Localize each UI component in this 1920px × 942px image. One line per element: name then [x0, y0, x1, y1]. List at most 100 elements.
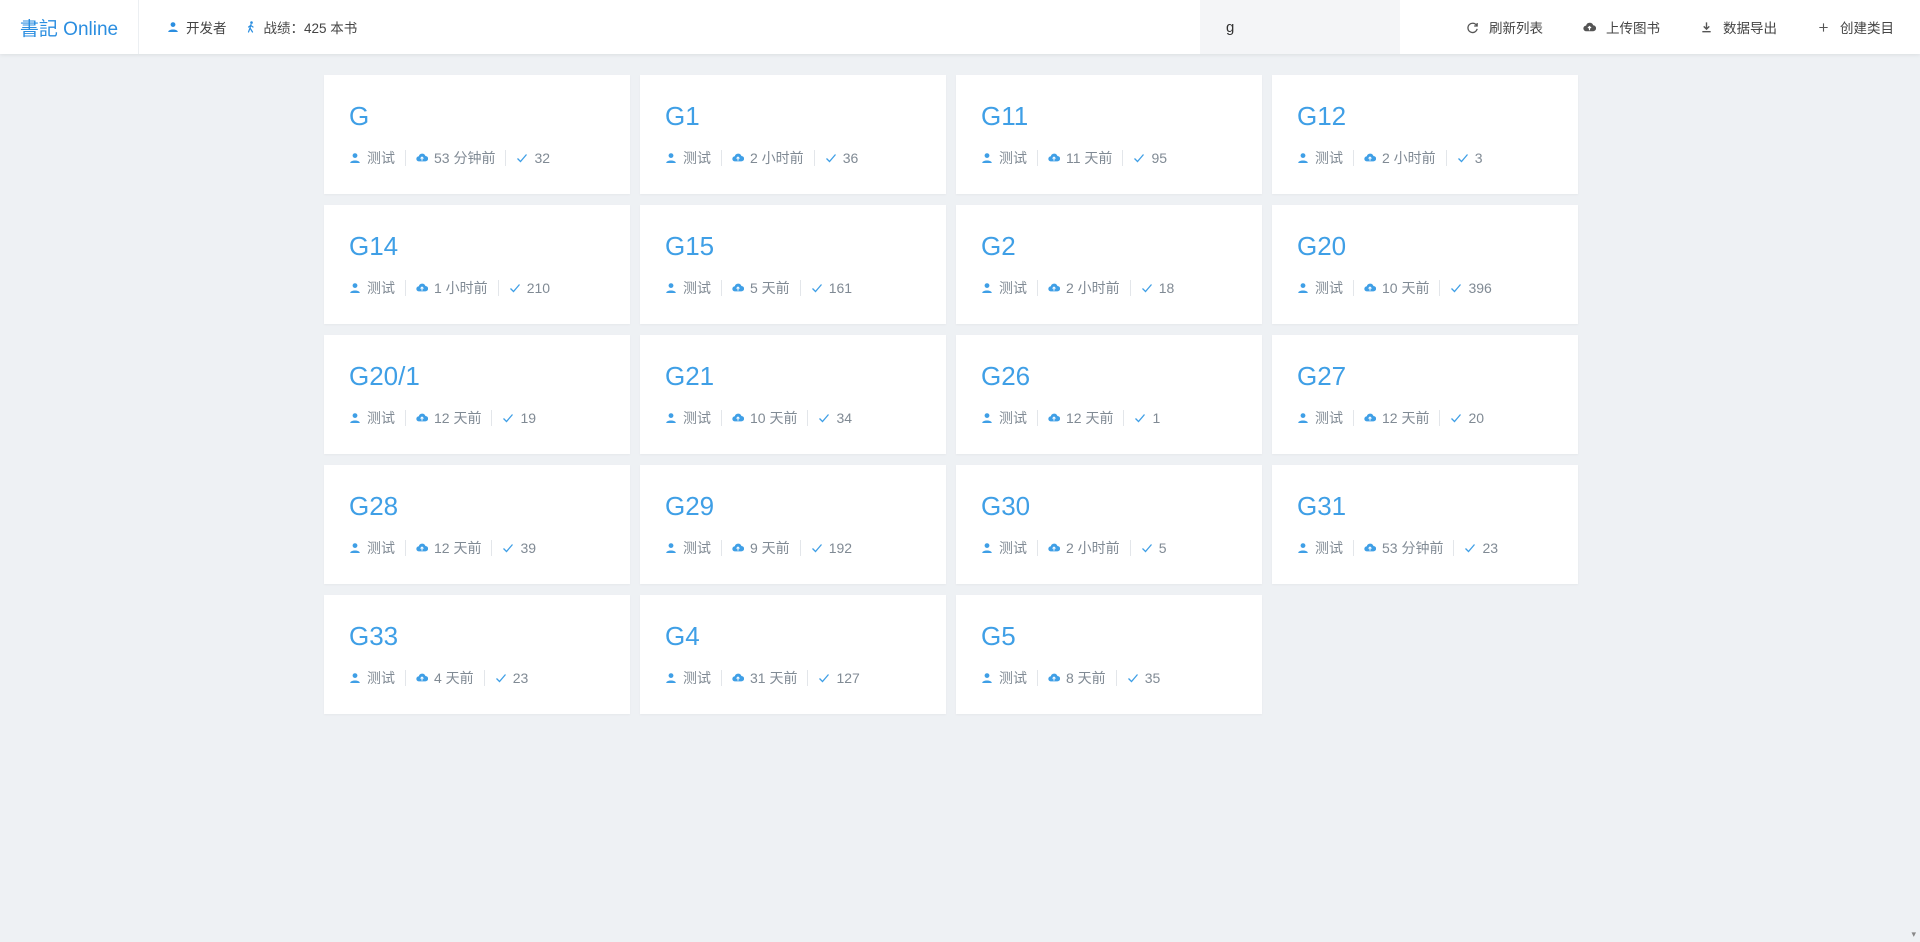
- card-count-text: 23: [1482, 540, 1499, 556]
- category-card[interactable]: G 测试 53 分钟前 32: [324, 75, 630, 194]
- user-icon: [981, 542, 993, 554]
- card-title[interactable]: G2: [981, 233, 1237, 263]
- card-title[interactable]: G27: [1297, 363, 1553, 393]
- category-card[interactable]: G11 测试 11 天前 95: [956, 75, 1262, 194]
- refresh-list-button[interactable]: 刷新列表: [1466, 17, 1543, 37]
- card-title[interactable]: G11: [981, 103, 1237, 133]
- card-user: 测试: [349, 278, 395, 298]
- card-title[interactable]: G30: [981, 493, 1237, 523]
- card-count: 34: [818, 410, 852, 426]
- scroll-arrow-icon[interactable]: ▾: [1911, 929, 1916, 940]
- card-title[interactable]: G5: [981, 623, 1237, 653]
- cloud-icon: [416, 672, 428, 684]
- user-icon: [981, 282, 993, 294]
- card-updated: 12 天前: [416, 408, 481, 428]
- card-title[interactable]: G28: [349, 493, 605, 523]
- card-meta: 测试 12 天前 39: [349, 539, 605, 557]
- card-updated-text: 1 小时前: [434, 280, 488, 296]
- card-title[interactable]: G31: [1297, 493, 1553, 523]
- divider: [1439, 410, 1441, 426]
- user-icon: [167, 21, 179, 33]
- card-title[interactable]: G: [349, 103, 605, 133]
- card-updated: 10 天前: [732, 408, 797, 428]
- category-card[interactable]: G30 测试 2 小时前 5: [956, 465, 1262, 584]
- category-card[interactable]: G31 测试 53 分钟前 23: [1272, 465, 1578, 584]
- card-count: 39: [502, 540, 536, 556]
- check-icon: [1141, 282, 1153, 294]
- category-card[interactable]: G2 测试 2 小时前 18: [956, 205, 1262, 324]
- divider: [491, 540, 493, 556]
- card-updated-text: 53 分钟前: [1382, 540, 1444, 556]
- export-data-button[interactable]: 数据导出: [1700, 17, 1777, 37]
- card-user: 测试: [1297, 538, 1343, 558]
- card-title[interactable]: G21: [665, 363, 921, 393]
- check-icon: [1450, 282, 1462, 294]
- check-icon: [1127, 672, 1139, 684]
- category-card[interactable]: G20/1 测试 12 天前 19: [324, 335, 630, 454]
- card-meta: 测试 2 小时前 18: [981, 279, 1237, 297]
- user-icon: [1297, 282, 1309, 294]
- card-user-text: 测试: [999, 280, 1027, 296]
- download-icon: [1700, 21, 1713, 34]
- card-updated-text: 12 天前: [1382, 410, 1430, 426]
- brand-logo[interactable]: 書記 Online: [0, 0, 139, 54]
- create-category-button[interactable]: 创建类目: [1817, 17, 1894, 37]
- check-icon: [509, 282, 521, 294]
- search-input[interactable]: [1226, 18, 1386, 36]
- card-count: 18: [1141, 280, 1174, 296]
- refresh-icon: [1466, 21, 1479, 34]
- category-card[interactable]: G27 测试 12 天前 20: [1272, 335, 1578, 454]
- card-title[interactable]: G4: [665, 623, 921, 653]
- divider: [1353, 280, 1354, 296]
- cloud-icon: [416, 542, 428, 554]
- divider: [721, 540, 722, 556]
- card-user-text: 测试: [683, 670, 711, 686]
- cloud-icon: [732, 152, 744, 164]
- card-user-text: 测试: [367, 670, 395, 686]
- card-title[interactable]: G20/1: [349, 363, 605, 393]
- card-title[interactable]: G26: [981, 363, 1237, 393]
- plus-icon: [1817, 21, 1830, 34]
- category-card[interactable]: G28 测试 12 天前 39: [324, 465, 630, 584]
- card-user-text: 测试: [999, 670, 1027, 686]
- cloud-icon: [1048, 542, 1060, 554]
- card-count: 1: [1134, 410, 1160, 426]
- divider: [1123, 410, 1125, 426]
- search-box[interactable]: [1200, 0, 1400, 54]
- check-icon: [1133, 152, 1145, 164]
- cloud-icon: [732, 282, 744, 294]
- card-updated-text: 8 天前: [1066, 670, 1106, 686]
- card-updated: 53 分钟前: [1364, 538, 1443, 558]
- card-user-text: 测试: [367, 280, 395, 296]
- category-card[interactable]: G20 测试 10 天前 396: [1272, 205, 1578, 324]
- card-title[interactable]: G12: [1297, 103, 1553, 133]
- card-updated-text: 12 天前: [1066, 410, 1114, 426]
- category-card[interactable]: G29 测试 9 天前 192: [640, 465, 946, 584]
- card-title[interactable]: G33: [349, 623, 605, 653]
- category-card[interactable]: G26 测试 12 天前 1: [956, 335, 1262, 454]
- upload-book-label: 上传图书: [1606, 21, 1660, 36]
- card-updated-text: 31 天前: [750, 670, 798, 686]
- category-card[interactable]: G21 测试 10 天前 34: [640, 335, 946, 454]
- category-card[interactable]: G33 测试 4 天前 23: [324, 595, 630, 714]
- card-user: 测试: [981, 278, 1027, 298]
- card-title[interactable]: G1: [665, 103, 921, 133]
- divider: [1122, 150, 1124, 166]
- category-card[interactable]: G15 测试 5 天前 161: [640, 205, 946, 324]
- category-card[interactable]: G4 测试 31 天前 127: [640, 595, 946, 714]
- card-updated-text: 12 天前: [434, 410, 482, 426]
- check-icon: [818, 412, 830, 424]
- upload-book-button[interactable]: 上传图书: [1583, 17, 1660, 37]
- card-count: 20: [1450, 410, 1484, 426]
- card-title[interactable]: G15: [665, 233, 921, 263]
- cloud-icon: [1048, 282, 1060, 294]
- card-title[interactable]: G14: [349, 233, 605, 263]
- category-card[interactable]: G14 测试 1 小时前 210: [324, 205, 630, 324]
- card-user-text: 测试: [999, 150, 1027, 166]
- category-card[interactable]: G1 测试 2 小时前 36: [640, 75, 946, 194]
- category-card[interactable]: G12 测试 2 小时前 3: [1272, 75, 1578, 194]
- card-title[interactable]: G20: [1297, 233, 1553, 263]
- card-title[interactable]: G29: [665, 493, 921, 523]
- card-count-text: 192: [828, 540, 853, 556]
- category-card[interactable]: G5 测试 8 天前 35: [956, 595, 1262, 714]
